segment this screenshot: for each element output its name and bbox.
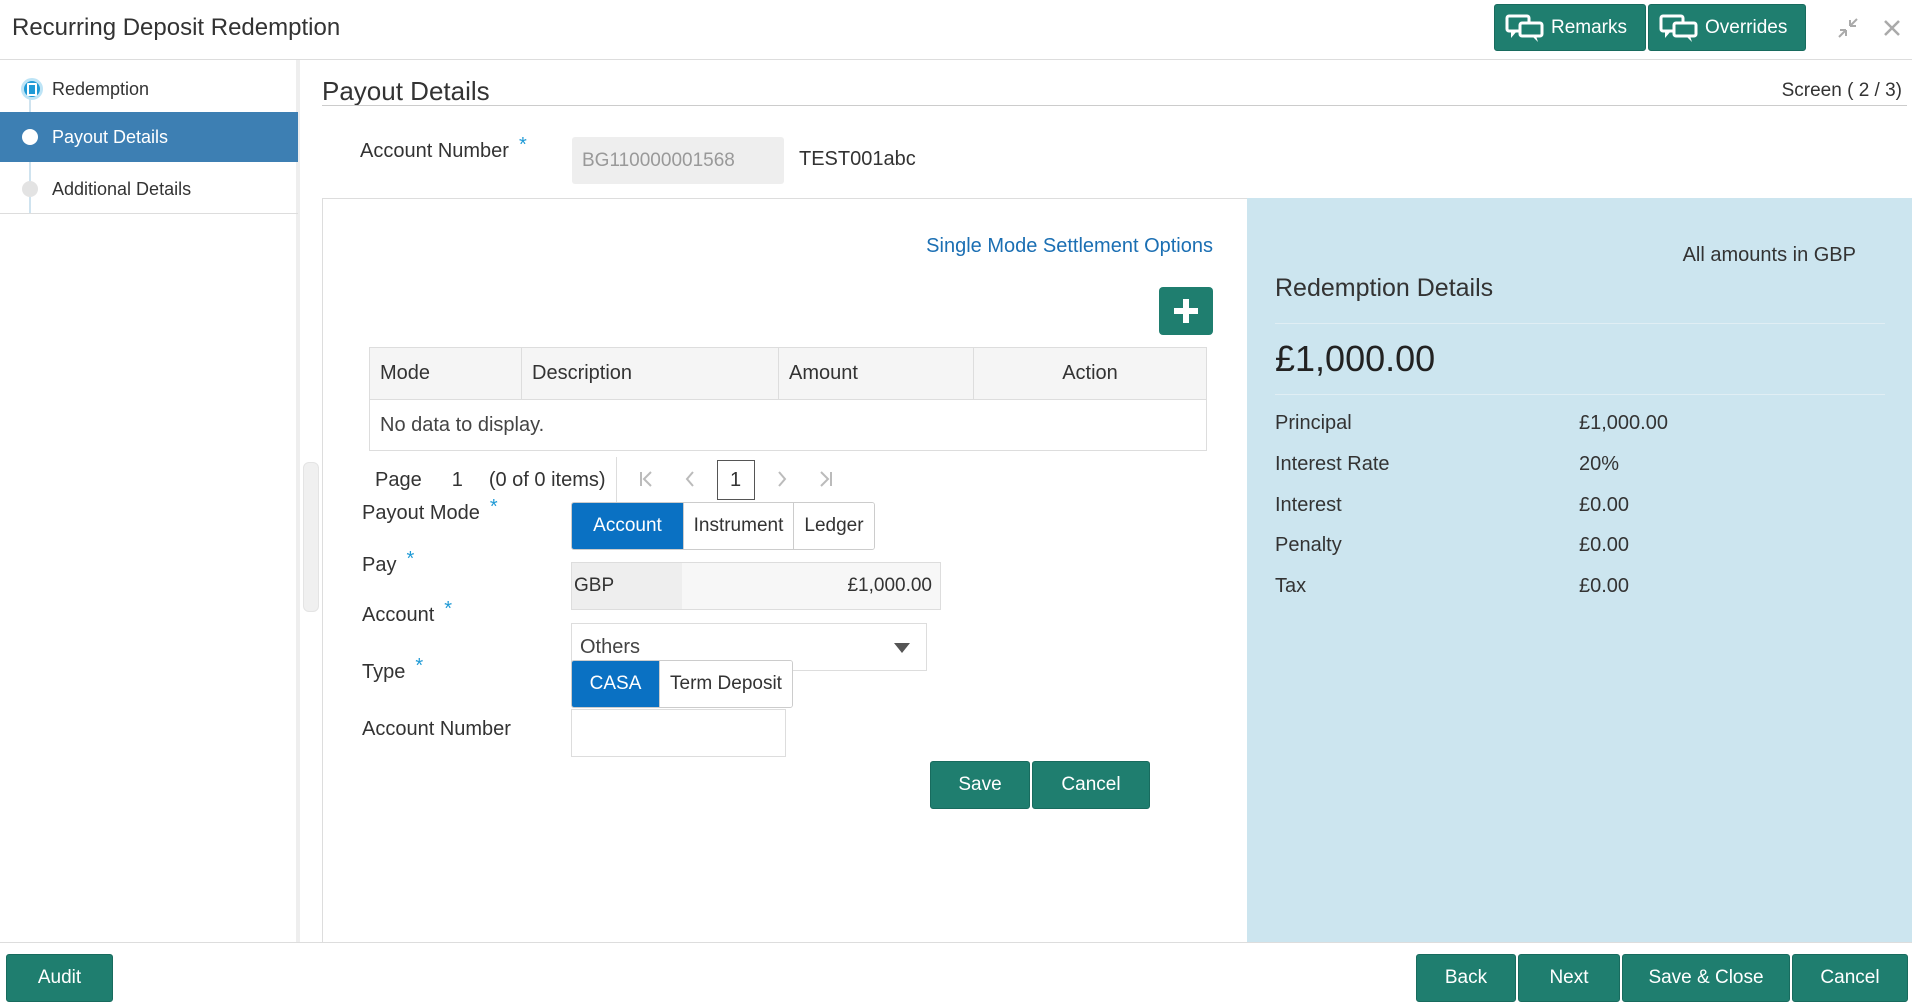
remarks-button[interactable]: Remarks	[1494, 4, 1647, 51]
pay-label: Pay *	[362, 548, 415, 576]
summary-title: Redemption Details	[1275, 274, 1494, 302]
step-sidebar: Redemption Payout Details Additional Det…	[0, 60, 300, 942]
account-label: Account *	[362, 598, 453, 626]
cancel-settlement-button[interactable]: Cancel	[1032, 761, 1150, 809]
next-page-icon[interactable]	[777, 467, 787, 493]
main-content: Payout Details Screen ( 2 / 3) Account N…	[322, 60, 1912, 942]
plus-icon	[1174, 299, 1198, 323]
step-dot-icon	[22, 129, 38, 145]
payout-mode-instrument-button[interactable]: Instrument	[684, 503, 794, 549]
payout-mode-label: Payout Mode *	[362, 496, 498, 524]
payout-mode-toggle: Account Instrument Ledger	[571, 502, 875, 550]
page-title: Payout Details	[322, 76, 490, 106]
pay-currency: GBP	[572, 563, 682, 609]
next-button[interactable]: Next	[1518, 954, 1620, 1002]
add-settlement-button[interactable]	[1159, 287, 1213, 335]
payout-account-number-input[interactable]	[571, 709, 786, 757]
redemption-summary-panel: All amounts in GBP Redemption Details £1…	[1247, 198, 1912, 942]
grid-header: Mode Description Amount Action	[370, 348, 1206, 400]
currency-note: All amounts in GBP	[1682, 244, 1856, 266]
step-label: Additional Details	[52, 178, 192, 199]
summary-label-tax: Tax	[1275, 575, 1307, 597]
pager-item-count: (0 of 0 items)	[488, 468, 606, 491]
account-number-label: Account Number *	[360, 134, 527, 162]
step-label: Redemption	[52, 78, 150, 99]
pay-amount-field[interactable]: GBP £1,000.00	[571, 562, 941, 610]
screen-indicator: Screen ( 2 / 3)	[1781, 80, 1902, 101]
type-term-deposit-button[interactable]: Term Deposit	[660, 661, 792, 707]
dropdown-caret-icon	[894, 643, 910, 653]
footer-bar: Audit Back Next Save & Close Cancel	[0, 942, 1912, 1004]
summary-label-principal: Principal	[1275, 412, 1352, 434]
summary-value-interest: £0.00	[1579, 494, 1630, 516]
first-page-icon[interactable]	[639, 467, 653, 493]
previous-page-icon[interactable]	[685, 467, 695, 493]
sidebar-divider	[0, 213, 298, 214]
close-icon[interactable]	[1878, 14, 1906, 42]
remarks-label: Remarks	[1551, 16, 1628, 38]
step-label: Payout Details	[52, 126, 169, 147]
payout-mode-ledger-button[interactable]: Ledger	[794, 503, 874, 549]
payout-account-number-label: Account Number	[362, 718, 511, 740]
summary-value-tax: £0.00	[1579, 575, 1630, 597]
settlement-grid: Mode Description Amount Action No data t…	[369, 347, 1207, 451]
last-page-icon[interactable]	[819, 467, 833, 493]
account-number-field: BG110000001568	[572, 137, 784, 184]
chat-icon	[1505, 14, 1544, 42]
sidebar-item-redemption[interactable]: Redemption	[0, 64, 298, 114]
column-header-mode[interactable]: Mode	[370, 348, 522, 399]
overrides-button[interactable]: Overrides	[1648, 4, 1807, 51]
summary-divider	[1275, 323, 1885, 324]
grid-empty-message: No data to display.	[380, 413, 545, 436]
type-toggle: CASA Term Deposit	[571, 660, 793, 708]
summary-divider	[1275, 394, 1885, 395]
pager-page-label: Page	[375, 468, 422, 491]
summary-value-penalty: £0.00	[1579, 534, 1630, 556]
column-header-action: Action	[1062, 362, 1118, 384]
redemption-total: £1,000.00	[1275, 338, 1436, 379]
pay-amount-input[interactable]: £1,000.00	[682, 563, 940, 609]
save-settlement-button[interactable]: Save	[930, 761, 1030, 809]
type-label: Type *	[362, 655, 424, 683]
app-title: Recurring Deposit Redemption	[12, 14, 341, 41]
panel-resize-handle[interactable]	[303, 462, 319, 612]
cancel-button[interactable]: Cancel	[1792, 954, 1908, 1002]
sidebar-item-additional-details[interactable]: Additional Details	[0, 164, 298, 214]
summary-value-principal: £1,000.00	[1579, 412, 1668, 434]
pager-page-number[interactable]: 1	[452, 469, 463, 492]
overrides-label: Overrides	[1705, 16, 1788, 38]
summary-value-interest-rate: 20%	[1579, 453, 1620, 475]
account-select-value: Others	[580, 635, 641, 658]
pager-divider	[615, 457, 617, 503]
column-header-description[interactable]: Description	[522, 348, 779, 399]
audit-button[interactable]: Audit	[6, 954, 113, 1002]
sidebar-item-payout-details[interactable]: Payout Details	[0, 112, 298, 162]
title-divider	[322, 105, 1907, 106]
minimize-icon[interactable]	[1834, 14, 1862, 42]
settlement-options-link[interactable]: Single Mode Settlement Options	[926, 235, 1213, 258]
settlement-panel: Single Mode Settlement Options Mode Desc…	[322, 198, 1247, 942]
account-name: TEST001abc	[799, 148, 916, 170]
column-header-amount[interactable]: Amount	[779, 348, 974, 399]
title-bar: Recurring Deposit Redemption Remarks Ove…	[0, 0, 1912, 60]
type-casa-button[interactable]: CASA	[572, 661, 660, 707]
chat-icon	[1659, 14, 1698, 42]
summary-label-interest-rate: Interest Rate	[1275, 453, 1390, 475]
summary-label-penalty: Penalty	[1275, 534, 1342, 556]
summary-label-interest: Interest	[1275, 494, 1342, 516]
payout-mode-account-button[interactable]: Account	[572, 503, 684, 549]
current-page-button[interactable]: 1	[716, 460, 755, 500]
save-and-close-button[interactable]: Save & Close	[1622, 954, 1790, 1002]
back-button[interactable]: Back	[1416, 954, 1516, 1002]
step-current-icon	[21, 78, 43, 100]
step-dot-icon	[22, 181, 38, 197]
